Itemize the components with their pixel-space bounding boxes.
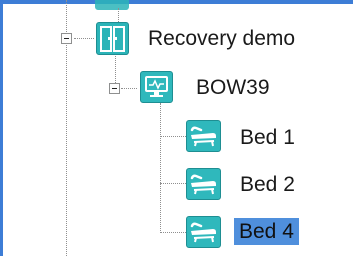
tree-node-bed-label[interactable]: Bed 1 <box>240 127 295 148</box>
partial-item-icon <box>95 0 129 10</box>
tree-line-device <box>160 103 161 233</box>
bed-icon <box>186 216 221 248</box>
tree-node-bed-label[interactable]: Bed 2 <box>240 174 295 195</box>
collapse-toggle-group[interactable] <box>61 33 72 44</box>
tree-connector-bed-2 <box>160 183 186 184</box>
monitor-icon <box>140 71 173 103</box>
tree-node-device-label[interactable]: BOW39 <box>196 77 270 98</box>
bed-icon <box>186 168 221 200</box>
door-group-icon <box>96 22 129 55</box>
tree-connector-bed-4 <box>160 232 186 233</box>
window-left-border <box>0 0 3 256</box>
tree-node-bed-label-selected[interactable]: Bed 4 <box>234 218 299 245</box>
tree-connector-group <box>74 38 94 39</box>
tree-connector-bed-1 <box>160 136 186 137</box>
window-top-border <box>0 0 353 4</box>
bed-icon <box>186 120 221 152</box>
tree-connector-device <box>121 88 137 89</box>
collapse-toggle-device[interactable] <box>109 83 120 94</box>
tree-node-group-label[interactable]: Recovery demo <box>148 28 295 49</box>
